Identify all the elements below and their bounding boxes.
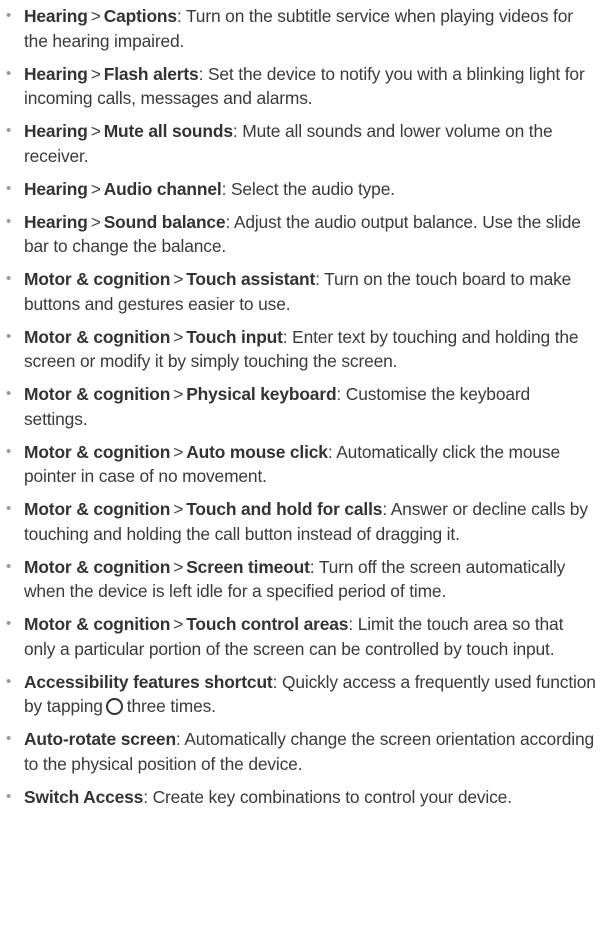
setting-path-segment: Mute all sounds	[103, 121, 233, 141]
bullet: •	[6, 672, 12, 690]
setting-path-segment: Auto mouse click	[186, 441, 328, 462]
list-item: • Hearing > Mute all sounds: Mute all sound…	[6, 121, 553, 166]
setting-path-segment: Physical keyboard	[186, 384, 337, 404]
setting-path-segment: Touch control areas	[186, 614, 349, 634]
list-item: • Hearing > Flash alerts: Set the device to…	[6, 63, 585, 109]
bullet: •	[6, 557, 12, 575]
setting-path-segment: Hearing	[24, 121, 88, 141]
setting-path-segment: Hearing	[24, 178, 88, 199]
path-separator: >	[90, 178, 101, 199]
bullet: •	[6, 615, 12, 632]
setting-path-segment: Motor & cognition	[24, 556, 171, 577]
setting-path-segment: Audio channel	[103, 178, 222, 199]
path-separator: >	[90, 211, 101, 232]
list-item: • Hearing > Captions: Turn on the subtitle …	[6, 6, 573, 51]
list-item: • Motor & cognition > Touch control areas: …	[6, 614, 564, 659]
setting-path-segment: Motor & cognition	[24, 269, 171, 289]
setting-description-tail: three times.	[126, 696, 216, 716]
setting-description: Create key combinations to control your …	[152, 786, 512, 807]
bullet: •	[6, 122, 12, 139]
setting-path-segment: Motor & cognition	[24, 326, 171, 347]
path-separator: >	[173, 269, 184, 289]
setting-path-segment: Motor & cognition	[24, 441, 171, 462]
bullet: •	[6, 385, 12, 402]
path-separator: >	[173, 556, 184, 577]
setting-path-segment: Switch Access	[24, 786, 144, 807]
bullet: •	[6, 500, 12, 517]
setting-path-segment: Motor & cognition	[24, 614, 171, 634]
setting-path-segment: Touch input	[186, 326, 283, 347]
bullet: •	[6, 787, 12, 805]
path-separator: >	[173, 499, 184, 519]
bullet: •	[6, 270, 12, 287]
list-item: • Motor & cognition > Physical keyboard: Cu…	[6, 384, 531, 429]
path-separator: >	[90, 63, 101, 84]
setting-path-segment: Hearing	[24, 63, 88, 84]
path-separator: >	[90, 121, 101, 141]
document-page: • Hearing > Captions: Turn on the subtitle …	[0, 0, 614, 809]
setting-path-segment: Touch and hold for calls	[186, 499, 383, 519]
bullet: •	[6, 442, 12, 460]
bullet: •	[6, 179, 12, 197]
home-button-icon	[105, 698, 123, 715]
setting-path-segment: Screen timeout	[186, 556, 310, 577]
setting-path-segment: Touch assistant	[186, 269, 316, 289]
bullet: •	[6, 7, 12, 24]
path-separator: >	[173, 384, 184, 404]
list-item: • Accessibility features shortcut: Quickl…	[6, 671, 596, 717]
bullet: •	[6, 327, 12, 345]
bullet: •	[6, 730, 12, 747]
setting-path-segment: Motor & cognition	[24, 499, 171, 519]
list-item: • Motor & cognition > Auto mouse click: Aut…	[6, 441, 560, 487]
list-item: • Motor & cognition > Screen timeout: Turn …	[6, 556, 566, 602]
list-item: • Hearing > Audio channel: Select the audio…	[6, 177, 596, 202]
bullet: •	[6, 64, 12, 82]
setting-path-segment: Flash alerts	[103, 63, 199, 84]
bullet: •	[6, 212, 12, 230]
setting-description: Select the audio type.	[230, 178, 395, 199]
setting-path-segment: Captions	[103, 6, 177, 26]
list-item: • Motor & cognition > Touch input: Enter te…	[6, 326, 579, 372]
list-item: • Motor & cognition > Touch assistant: Turn…	[6, 269, 572, 314]
settings-description-list: • Hearing > Captions: Turn on the subtitle …	[6, 4, 596, 809]
path-separator: >	[173, 326, 184, 347]
setting-path-segment: Hearing	[24, 211, 88, 232]
setting-path-segment: Auto-rotate screen	[24, 729, 176, 749]
list-item: • Motor & cognition > Touch and hold for ca…	[6, 499, 588, 544]
path-separator: >	[173, 614, 184, 634]
path-separator: >	[173, 441, 184, 462]
list-item: • Hearing > Sound balance: Adjust the audio…	[6, 211, 581, 257]
setting-path-segment: Hearing	[24, 6, 88, 26]
setting-path-segment: Accessibility features shortcut	[24, 671, 273, 692]
list-item: • Auto-rotate screen: Automatically chang…	[6, 729, 594, 774]
setting-path-segment: Sound balance	[103, 211, 226, 232]
setting-path-segment: Motor & cognition	[24, 384, 171, 404]
list-item: • Switch Access: Create key combinations …	[6, 785, 596, 810]
path-separator: >	[90, 6, 101, 26]
